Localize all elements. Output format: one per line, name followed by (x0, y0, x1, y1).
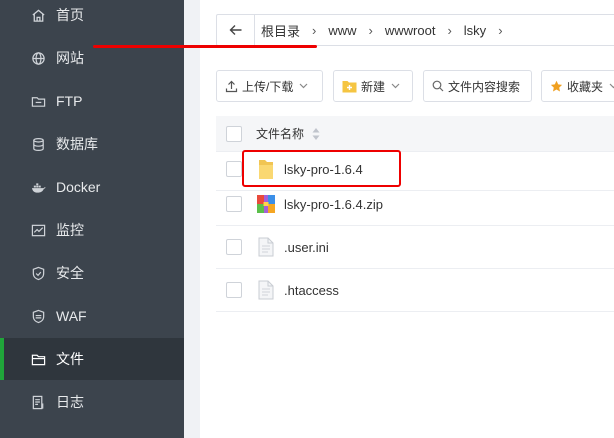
globe-icon (30, 50, 46, 66)
path-breadcrumb: 根目录 › www › wwwroot › lsky › (216, 14, 614, 46)
file-name[interactable]: lsky-pro-1.6.4.zip (284, 197, 383, 212)
waf-shield-icon (30, 308, 46, 324)
chevron-down-icon (299, 83, 308, 89)
file-icon (256, 279, 276, 301)
sidebar-item-home[interactable]: 首页 (0, 0, 184, 36)
sidebar-item-docker[interactable]: Docker (0, 166, 184, 208)
sidebar-item-label: 网站 (56, 50, 84, 66)
sidebar-item-label: 首页 (56, 7, 84, 23)
database-icon (30, 136, 46, 152)
arrow-left-icon (229, 25, 241, 35)
breadcrumb-segment-root[interactable]: 根目录 › (255, 15, 322, 45)
file-row[interactable]: .htaccess (216, 269, 614, 312)
log-icon (30, 394, 46, 410)
new-folder-icon (342, 80, 357, 93)
sidebar-item-label: 数据库 (56, 136, 98, 152)
sidebar-item-label: Docker (56, 179, 101, 195)
row-checkbox[interactable] (226, 196, 242, 212)
sidebar-item-websites[interactable]: 网站 (0, 37, 184, 79)
file-name[interactable]: .htaccess (284, 283, 339, 298)
star-icon (550, 80, 563, 93)
row-checkbox[interactable] (226, 161, 242, 177)
file-row[interactable]: lsky-pro-1.6.4.zip (216, 183, 614, 226)
file-row[interactable]: .user.ini (216, 226, 614, 269)
sidebar: 首页 网站 FTP 数据库 Docker 监控 安全 WAF 文件 日志 (0, 0, 184, 438)
annotation-underline (93, 45, 317, 48)
sidebar-item-label: 日志 (56, 394, 84, 410)
sidebar-item-label: 文件 (56, 351, 84, 367)
breadcrumb-segment-www[interactable]: www › (322, 15, 379, 45)
home-icon (30, 7, 46, 23)
upload-download-button[interactable]: 上传/下载 (216, 70, 323, 102)
sidebar-item-ftp[interactable]: FTP (0, 80, 184, 122)
sidebar-item-waf[interactable]: WAF (0, 295, 184, 337)
chevron-right-icon: › (498, 22, 503, 38)
zip-archive-icon (256, 193, 276, 215)
breadcrumb-segment-wwwroot[interactable]: wwwroot › (379, 15, 458, 45)
file-content-search-button[interactable]: 文件内容搜索 (423, 70, 532, 102)
sidebar-item-monitor[interactable]: 监控 (0, 209, 184, 251)
annotation-highlight-box (242, 150, 401, 187)
upload-icon (225, 80, 238, 93)
file-icon (256, 236, 276, 258)
chevron-right-icon: › (368, 22, 373, 38)
sidebar-item-label: 安全 (56, 265, 84, 281)
search-icon (432, 80, 444, 92)
row-checkbox[interactable] (226, 239, 242, 255)
sidebar-item-files[interactable]: 文件 (0, 338, 184, 380)
sort-icon[interactable] (312, 127, 320, 141)
favorites-button[interactable]: 收藏夹 (541, 70, 614, 102)
ftp-folder-icon (30, 93, 46, 109)
breadcrumb-segment-lsky[interactable]: lsky › (458, 15, 509, 45)
new-button[interactable]: 新建 (333, 70, 413, 102)
monitor-icon (30, 222, 46, 238)
chevron-down-icon (391, 83, 400, 89)
row-checkbox[interactable] (226, 282, 242, 298)
sidebar-item-logs[interactable]: 日志 (0, 381, 184, 423)
sidebar-item-label: FTP (56, 93, 83, 109)
folder-icon (30, 351, 46, 367)
select-all-checkbox[interactable] (226, 125, 242, 142)
chevron-down-icon (609, 83, 614, 89)
file-name[interactable]: .user.ini (284, 240, 329, 255)
file-manager-panel: 根目录 › www › wwwroot › lsky › 上传/下载 新建 文件内容搜索… (200, 0, 614, 438)
sidebar-item-database[interactable]: 数据库 (0, 123, 184, 165)
docker-icon (30, 179, 46, 195)
sidebar-item-label: WAF (56, 308, 87, 324)
chevron-right-icon: › (447, 22, 452, 38)
sidebar-item-label: 监控 (56, 222, 84, 238)
chevron-right-icon: › (312, 22, 317, 38)
back-button[interactable] (217, 15, 255, 45)
column-header-filename[interactable]: 文件名称 (256, 125, 304, 142)
shield-icon (30, 265, 46, 281)
file-table-header: 文件名称 (216, 116, 614, 152)
sidebar-item-security[interactable]: 安全 (0, 252, 184, 294)
